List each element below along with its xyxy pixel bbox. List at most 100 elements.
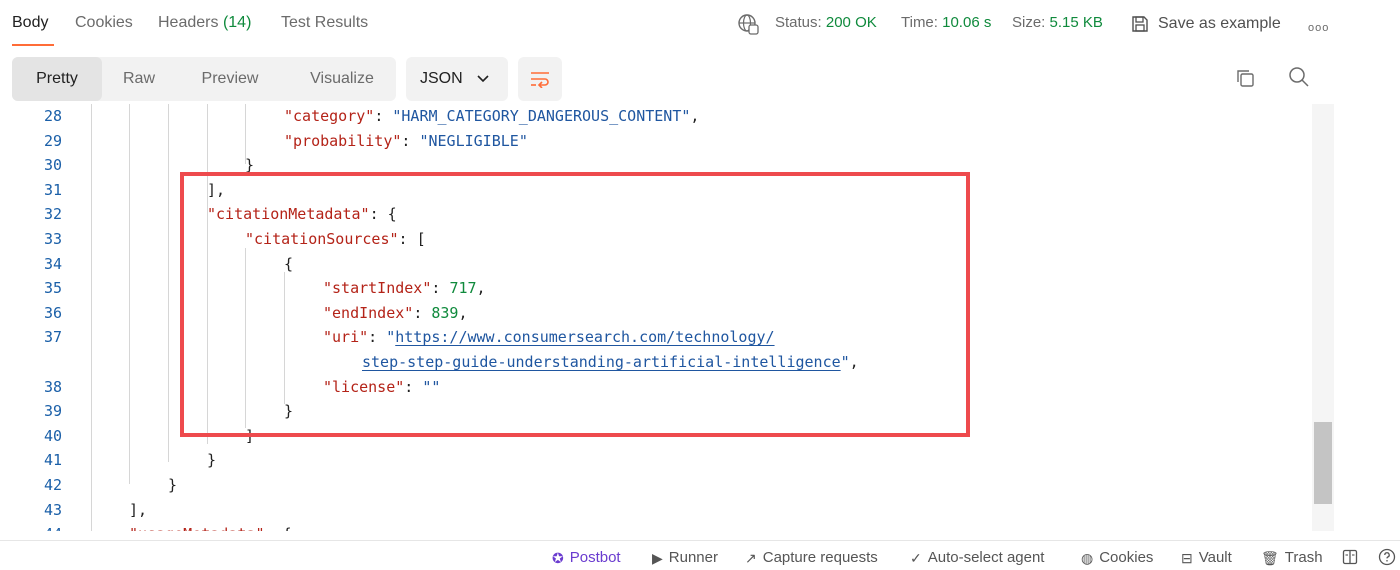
code-line: 34 { [0,252,1300,276]
status-label: Status: [775,14,822,31]
format-select[interactable]: JSON [406,57,508,101]
cookies-label: Cookies [1099,549,1154,566]
code-line: 39} [0,399,1300,423]
json-url-link[interactable]: https://www.consumersearch.com/technolog… [395,328,774,346]
json-quote: " [360,205,370,224]
size-readout[interactable]: Size: 5.15 KB [1012,14,1103,31]
code-line: 36 "endIndex": 839, [0,301,1300,325]
more-options-icon[interactable]: ooo [1308,22,1329,34]
json-punctuation: , [458,303,468,322]
line-number: 30 [43,156,62,175]
line-number: 33 [43,230,62,248]
line-number: 29 [43,131,62,150]
scrollbar-thumb[interactable] [1314,422,1332,504]
vault-button[interactable]: ⊟ Vault [1181,549,1232,566]
tab-headers[interactable]: Headers (14) [158,14,251,32]
two-pane-layout-icon[interactable] [1342,549,1358,565]
tab-cookies[interactable]: Cookies [75,14,133,32]
line-number: 31 [43,180,62,199]
code-line: 40] [0,424,1300,448]
code-text: "uri": "https://www.consumersearch.com/t… [323,325,775,349]
json-quote: " [365,107,375,125]
vault-label: Vault [1198,549,1232,566]
code-line: 35 "startIndex": 717, [0,276,1300,300]
line-number: 28 [43,107,62,125]
json-key: startIndex [332,279,423,298]
json-quote: " [518,131,528,150]
line-number: 44 [20,522,62,531]
line-number: 40 [43,426,62,445]
json-quote: " [323,279,333,298]
json-punctuation: ], [207,180,226,199]
code-line: 42} [0,473,1300,497]
trash-label: Trash [1284,549,1323,566]
json-punctuation: : { [369,205,397,224]
capture-requests-button[interactable]: ↗ Capture requests [745,549,878,566]
json-colon: : [431,279,450,298]
copy-icon[interactable] [1235,68,1255,88]
json-key: usageMetadata [138,525,255,531]
time-readout[interactable]: Time: 10.06 s [901,14,991,31]
json-quote: " [284,131,294,150]
json-quote: " [129,525,138,531]
time-label: Time: [901,14,938,31]
postbot-label: Postbot [569,549,621,566]
auto-select-agent-button[interactable]: ✓ Auto-select agent [910,549,1044,566]
response-body-editor[interactable]: 28 "category": "HARM_CATEGORY_DANGEROUS_C… [0,104,1312,531]
json-punctuation: , [849,353,859,371]
tab-body[interactable]: Body [12,14,48,32]
code-text: } [284,399,293,423]
json-quote: " [359,328,369,347]
json-string: NEGLIGIBLE [428,131,519,150]
postbot-button[interactable]: ✪ Postbot [552,549,621,566]
json-quote: " [207,205,217,224]
save-as-example-button[interactable]: Save as example [1130,12,1281,36]
json-punctuation: , [690,107,700,125]
code-line: 31], [0,178,1300,202]
tab-headers-label: Headers [158,14,219,31]
json-quote: " [284,107,294,125]
json-number: 717 [449,279,477,298]
code-text: } [207,448,216,472]
view-preview-button[interactable]: Preview [184,57,276,101]
code-text: ] [245,424,254,448]
code-text: "endIndex": 839, [323,301,468,325]
line-number: 38 [43,377,62,396]
tab-test-results[interactable]: Test Results [281,14,368,32]
code-line: 37 "uri": "https://www.consumersearch.com… [0,325,1300,349]
json-colon: : [413,303,432,322]
view-visualize-button[interactable]: Visualize [294,57,390,101]
cookie-icon: ◍ [1081,549,1094,566]
json-punctuation: , [476,279,486,298]
runner-label: Runner [668,549,718,566]
trash-button[interactable]: 🗑 Trash [1261,549,1323,566]
json-quote: " [323,377,333,396]
json-key: citationSources [254,230,390,248]
search-icon[interactable] [1288,66,1310,88]
view-pretty-button[interactable]: Pretty [12,57,102,101]
active-tab-indicator [12,44,54,46]
runner-button[interactable]: ▶ Runner [652,549,718,566]
json-quote: " [386,328,396,347]
json-punctuation: ] [245,426,255,445]
size-label: Size: [1012,14,1046,31]
json-punctuation: } [207,451,217,470]
json-number: 839 [431,303,459,322]
headers-count: (14) [222,14,252,31]
json-colon: : [401,131,420,150]
code-line: 30} [0,153,1300,177]
json-url-link[interactable]: step-step-guide-understanding-artificial… [362,353,841,371]
view-raw-button[interactable]: Raw [108,57,170,101]
network-globe-icon[interactable] [737,13,759,35]
status-readout[interactable]: Status: 200 OK [775,14,877,31]
chevron-down-icon [477,75,489,83]
cookies-button[interactable]: ◍ Cookies [1081,549,1153,566]
json-quote: " [395,377,405,396]
json-quote: " [245,230,255,248]
code-text: } [245,153,254,177]
json-quote: " [323,328,333,347]
format-select-value: JSON [420,70,463,87]
vault-icon: ⊟ [1181,549,1193,566]
wrap-lines-button[interactable] [518,57,562,101]
help-icon[interactable] [1378,548,1396,566]
